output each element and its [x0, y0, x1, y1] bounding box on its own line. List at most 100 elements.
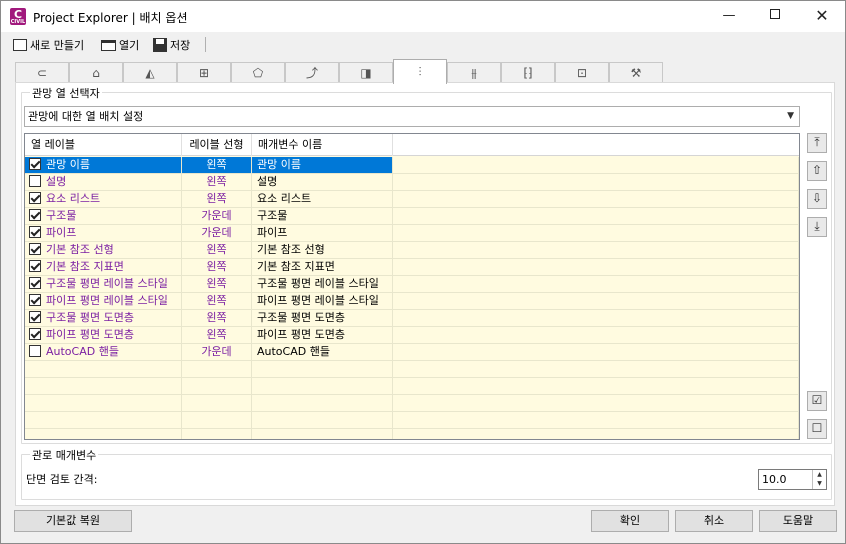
- label-alignment-cell: [182, 378, 252, 395]
- label-alignment-cell[interactable]: 왼쪽: [182, 276, 252, 293]
- cancel-button[interactable]: 취소: [675, 510, 753, 532]
- column-label-cell[interactable]: 파이프 평면 도면층: [25, 327, 182, 344]
- label-alignment-cell: [182, 429, 252, 439]
- column-label-cell[interactable]: 기본 참조 선형: [25, 242, 182, 259]
- column-label-cell[interactable]: 구조물 평면 도면층: [25, 310, 182, 327]
- column-label-cell[interactable]: AutoCAD 핸들: [25, 344, 182, 361]
- tab-parcel[interactable]: ◨: [339, 62, 393, 83]
- label-alignment-cell[interactable]: 왼쪽: [182, 174, 252, 191]
- label-alignment-cell[interactable]: 왼쪽: [182, 242, 252, 259]
- object-type-tabs: ⊂ ⌂ ◭ ⊞ ⬠ ⤴ ◨ ⫶ ⫵ ⁅⁆ ⊡ ⚒: [15, 59, 835, 84]
- tab-settings-wrench[interactable]: ⚒: [609, 62, 663, 83]
- section-spacing-input[interactable]: 10.0 ▲ ▼: [758, 469, 827, 490]
- move-down-button[interactable]: ⇩: [807, 189, 827, 209]
- profile-icon: ⌂: [92, 66, 100, 80]
- tab-alignment[interactable]: ⊂: [15, 62, 69, 83]
- minimize-button[interactable]: —: [706, 1, 752, 32]
- table-row[interactable]: 구조물 평면 도면층 왼쪽 구조물 평면 도면층: [25, 310, 799, 327]
- column-label-cell[interactable]: 파이프 평면 레이블 스타일: [25, 293, 182, 310]
- new-label: 새로 만들기: [30, 39, 85, 52]
- row-visible-checkbox[interactable]: [29, 209, 41, 221]
- tab-corridor[interactable]: ◭: [123, 62, 177, 83]
- row-visible-checkbox[interactable]: [29, 311, 41, 323]
- table-row[interactable]: 관망 이름 왼쪽 관망 이름: [25, 157, 799, 174]
- row-visible-checkbox[interactable]: [29, 226, 41, 238]
- row-visible-checkbox[interactable]: [29, 158, 41, 170]
- row-visible-checkbox[interactable]: [29, 243, 41, 255]
- spin-buttons[interactable]: ▲ ▼: [812, 470, 826, 489]
- header-label-alignment[interactable]: 레이블 선형: [182, 134, 252, 156]
- table-row[interactable]: AutoCAD 핸들 가운데 AutoCAD 핸들: [25, 344, 799, 361]
- save-button[interactable]: 저장: [153, 35, 190, 55]
- section-icon: ⁅⁆: [523, 66, 533, 80]
- label-alignment-cell[interactable]: 왼쪽: [182, 157, 252, 174]
- row-visible-checkbox[interactable]: [29, 294, 41, 306]
- table-row[interactable]: 파이프 평면 도면층 왼쪽 파이프 평면 도면층: [25, 327, 799, 344]
- tab-pressure-network[interactable]: ⫵: [447, 62, 501, 83]
- check-all-button[interactable]: ☑: [807, 391, 827, 411]
- label-alignment-cell[interactable]: 왼쪽: [182, 259, 252, 276]
- header-parameter-name[interactable]: 매개변수 이름: [252, 134, 393, 156]
- table-row[interactable]: 파이프 평면 레이블 스타일 왼쪽 파이프 평면 레이블 스타일: [25, 293, 799, 310]
- column-label-cell[interactable]: 요소 리스트: [25, 191, 182, 208]
- column-label-cell: [25, 361, 182, 378]
- new-button[interactable]: 새로 만들기: [13, 35, 84, 55]
- table-row[interactable]: 요소 리스트 왼쪽 요소 리스트: [25, 191, 799, 208]
- ok-button[interactable]: 확인: [591, 510, 669, 532]
- table-row[interactable]: 기본 참조 지표면 왼쪽 기본 참조 지표면: [25, 259, 799, 276]
- column-label-text: 관망 이름: [46, 158, 90, 171]
- tab-assembly[interactable]: ⊞: [177, 62, 231, 83]
- label-alignment-cell[interactable]: 왼쪽: [182, 293, 252, 310]
- parameter-name-cell: AutoCAD 핸들: [252, 344, 393, 361]
- label-alignment-cell[interactable]: 왼쪽: [182, 310, 252, 327]
- open-button[interactable]: 열기: [101, 35, 139, 55]
- table-row[interactable]: 설명 왼쪽 설명: [25, 174, 799, 191]
- uncheck-all-button[interactable]: ☐: [807, 419, 827, 439]
- filler-cell: [393, 395, 799, 412]
- table-row[interactable]: 파이프 가운데 파이프: [25, 225, 799, 242]
- row-visible-checkbox[interactable]: [29, 260, 41, 272]
- column-label-text: 구조물: [46, 209, 77, 222]
- help-button[interactable]: 도움말: [759, 510, 837, 532]
- maximize-button[interactable]: [752, 1, 798, 32]
- label-alignment-cell[interactable]: 가운데: [182, 344, 252, 361]
- column-label-cell[interactable]: 파이프: [25, 225, 182, 242]
- tab-surface[interactable]: ⬠: [231, 62, 285, 83]
- column-layout-dropdown[interactable]: 관망에 대한 열 배치 설정 ▼: [24, 106, 800, 127]
- tab-feature-line[interactable]: ⤴: [285, 62, 339, 83]
- column-label-cell[interactable]: 구조물: [25, 208, 182, 225]
- label-alignment-cell[interactable]: 가운데: [182, 208, 252, 225]
- params-group-title: 관로 매개변수: [30, 447, 99, 463]
- restore-defaults-button[interactable]: 기본값 복원: [14, 510, 132, 532]
- label-alignment-cell[interactable]: 왼쪽: [182, 191, 252, 208]
- tab-profile[interactable]: ⌂: [69, 62, 123, 83]
- move-to-bottom-button[interactable]: ⤓: [807, 217, 827, 237]
- tab-section[interactable]: ⁅⁆: [501, 62, 555, 83]
- column-label-cell[interactable]: 관망 이름: [25, 157, 182, 174]
- feature-line-icon: ⤴: [305, 66, 318, 80]
- section-spacing-value: 10.0: [762, 473, 787, 486]
- label-alignment-cell[interactable]: 가운데: [182, 225, 252, 242]
- tab-label[interactable]: ⊡: [555, 62, 609, 83]
- parameter-name-cell: 설명: [252, 174, 393, 191]
- table-row[interactable]: 구조물 가운데 구조물: [25, 208, 799, 225]
- table-row[interactable]: 기본 참조 선형 왼쪽 기본 참조 선형: [25, 242, 799, 259]
- column-label-cell[interactable]: 설명: [25, 174, 182, 191]
- close-button[interactable]: ✕: [799, 1, 845, 32]
- empty-table-row: [25, 361, 799, 378]
- move-to-top-button[interactable]: ⤒: [807, 133, 827, 153]
- row-visible-checkbox[interactable]: [29, 277, 41, 289]
- table-row[interactable]: 구조물 평면 레이블 스타일 왼쪽 구조물 평면 레이블 스타일: [25, 276, 799, 293]
- header-column-label[interactable]: 열 레이블: [25, 134, 182, 156]
- row-visible-checkbox[interactable]: [29, 345, 41, 357]
- move-up-button[interactable]: ⇧: [807, 161, 827, 181]
- column-label-cell[interactable]: 구조물 평면 레이블 스타일: [25, 276, 182, 293]
- row-visible-checkbox[interactable]: [29, 175, 41, 187]
- label-alignment-cell[interactable]: 왼쪽: [182, 327, 252, 344]
- tab-pipe-network[interactable]: ⫶: [393, 59, 447, 84]
- label-alignment-cell: [182, 412, 252, 429]
- column-label-text: 기본 참조 선형: [46, 243, 114, 256]
- column-label-cell[interactable]: 기본 참조 지표면: [25, 259, 182, 276]
- row-visible-checkbox[interactable]: [29, 192, 41, 204]
- row-visible-checkbox[interactable]: [29, 328, 41, 340]
